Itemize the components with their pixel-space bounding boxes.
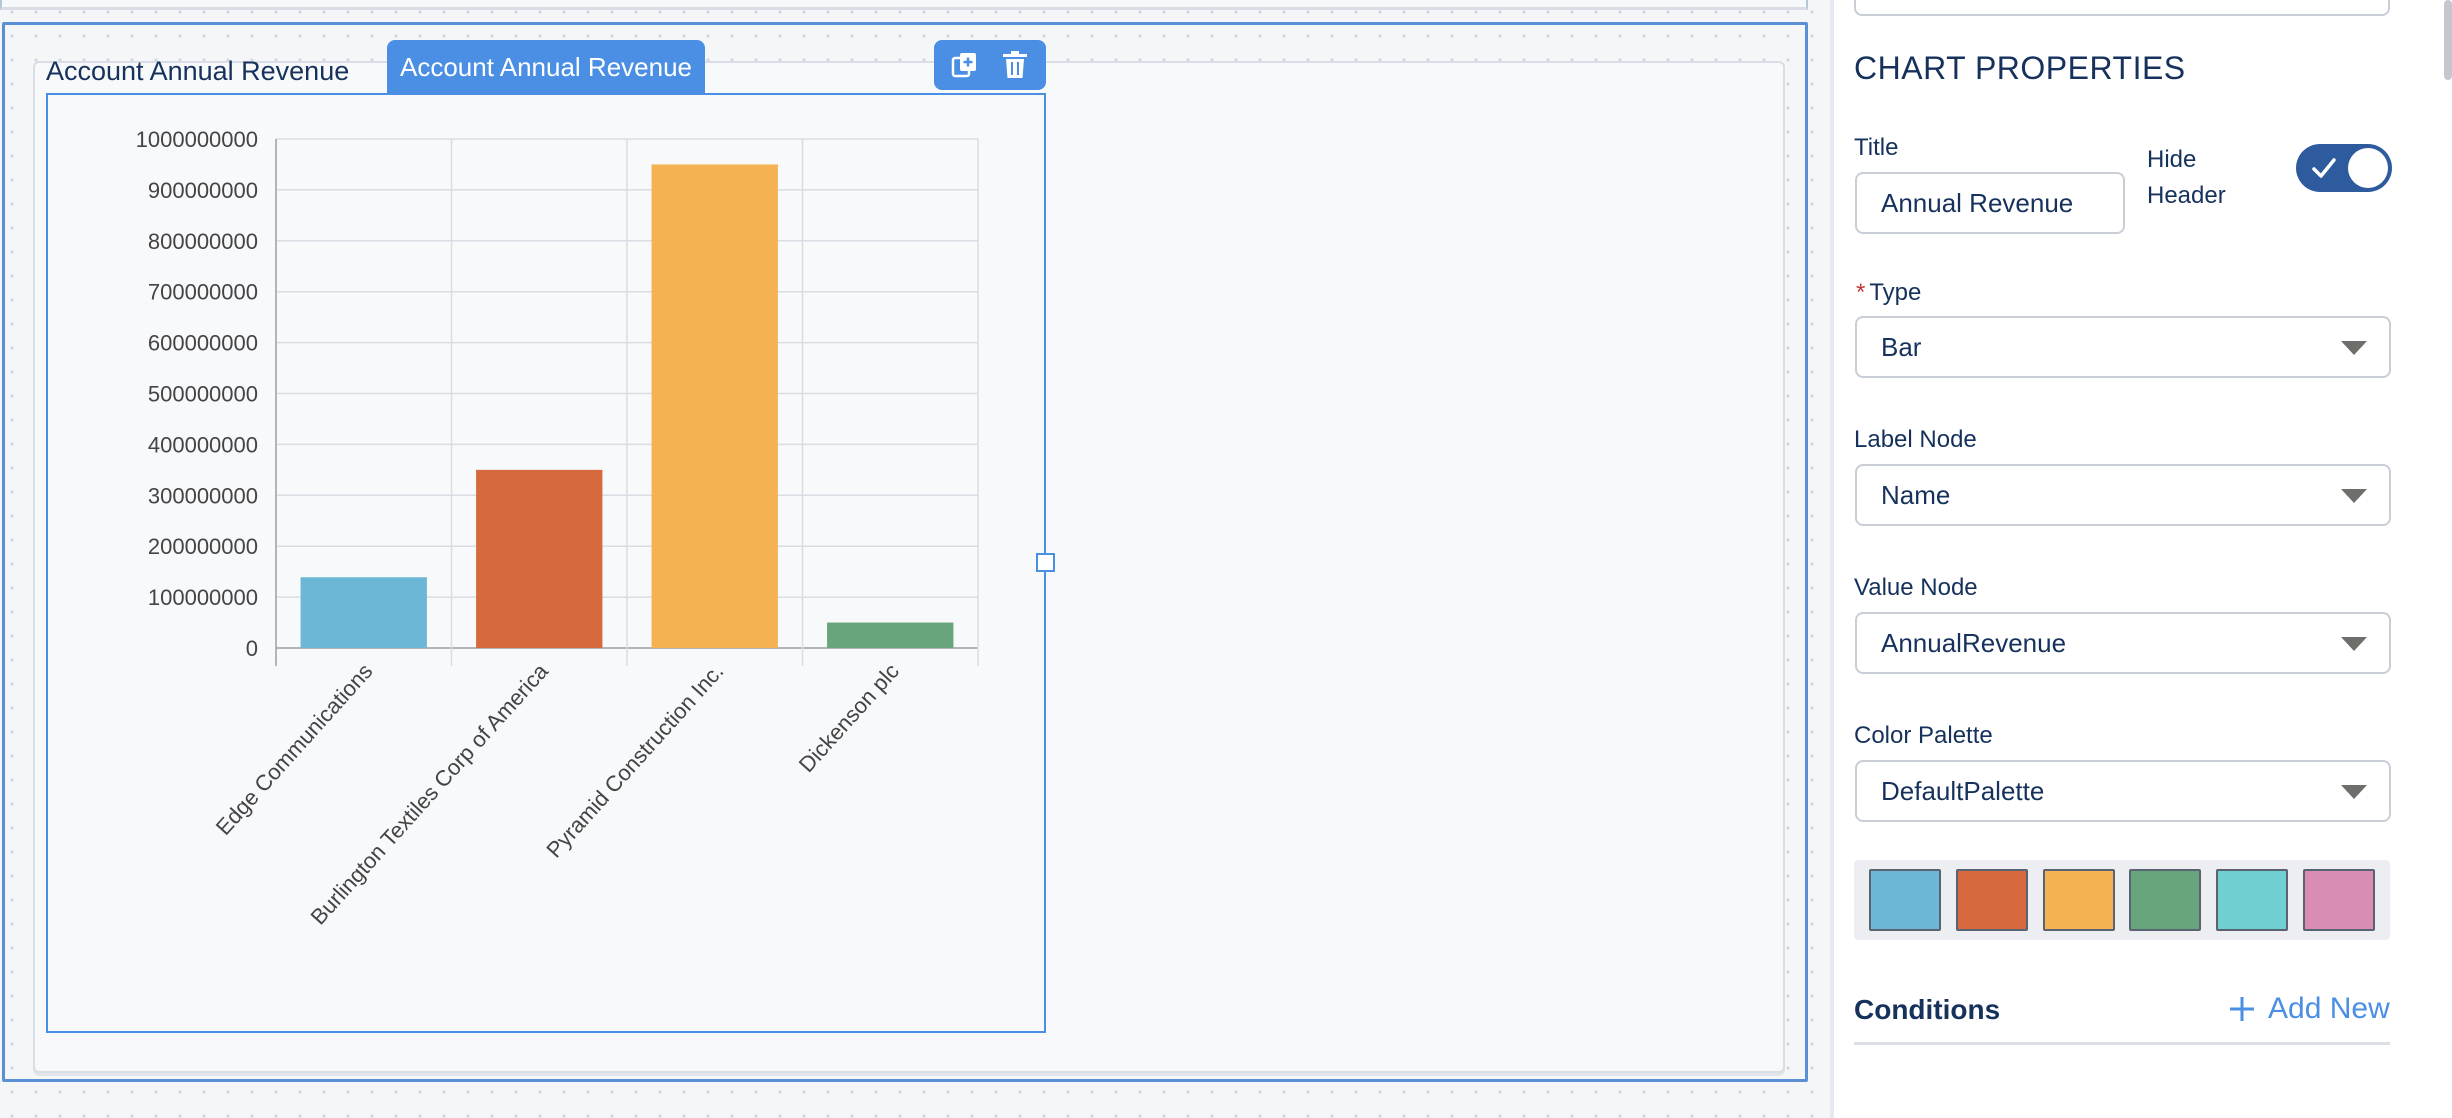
value-node-select[interactable]: AnnualRevenue (1855, 612, 2391, 674)
x-tick-label: Edge Communications (211, 659, 378, 840)
trash-icon[interactable] (997, 47, 1033, 83)
palette-swatch-3[interactable] (2042, 869, 2115, 931)
previous-field-edge (1854, 0, 2390, 16)
chevron-down-icon (2341, 785, 2367, 799)
type-label: * Type (1856, 279, 1921, 307)
chart-widget[interactable]: 0 100000000 200000000 300000000 400000000 500… (46, 93, 1046, 1033)
chevron-down-icon (2341, 637, 2367, 651)
x-tick-label: Pyramid Construction Inc. (541, 659, 728, 863)
widget-selected-tab[interactable]: Account Annual Revenue (387, 40, 705, 94)
conditions-divider (1854, 1042, 2390, 1045)
widget-actions (934, 40, 1046, 90)
type-select[interactable]: Bar (1855, 316, 2391, 378)
y-tick-label: 100000000 (148, 585, 258, 610)
y-tick-label: 700000000 (148, 280, 258, 305)
bar-1 (300, 577, 427, 648)
color-palette-label: Color Palette (1854, 722, 1993, 749)
y-tick-label: 900000000 (148, 178, 258, 203)
y-tick-label: 200000000 (148, 534, 258, 559)
title-input-value: Annual Revenue (1881, 187, 2074, 218)
type-label-text: Type (1869, 279, 1922, 306)
palette-swatch-1[interactable] (1868, 869, 1941, 931)
y-tick-label: 400000000 (148, 432, 258, 457)
palette-swatches (1854, 860, 2390, 940)
color-palette-select-value: DefaultPalette (1881, 775, 2045, 806)
y-tick-label: 600000000 (148, 331, 258, 356)
previous-component-edge (0, 0, 1808, 10)
title-input[interactable]: Annual Revenue (1855, 172, 2125, 234)
label-node-select-value: Name (1881, 479, 1951, 510)
chevron-down-icon (2341, 489, 2367, 503)
hide-header-label-line2: Header (2147, 182, 2226, 209)
y-tick-label: 500000000 (148, 382, 258, 407)
title-label: Title (1854, 134, 1899, 161)
toggle-knob (2348, 148, 2388, 188)
duplicate-icon[interactable] (947, 47, 983, 83)
panel-scrollbar[interactable] (2444, 0, 2452, 80)
chart-properties-heading: CHART PROPERTIES (1854, 50, 2186, 86)
hide-header-label-line1: Hide (2147, 146, 2197, 173)
palette-swatch-4[interactable] (2129, 869, 2202, 931)
y-tick-label: 1000000000 (136, 127, 258, 152)
bar-chart: 0 100000000 200000000 300000000 400000000 500… (136, 127, 979, 929)
required-marker: * (1856, 279, 1866, 306)
resize-handle[interactable] (1036, 553, 1055, 572)
chevron-down-icon (2341, 341, 2367, 355)
add-new-condition-button[interactable]: Add New (2228, 992, 2390, 1026)
bar-4 (827, 622, 954, 648)
color-palette-select[interactable]: DefaultPalette (1855, 760, 2391, 822)
y-tick-label: 800000000 (148, 229, 258, 254)
x-tick-label: Dickenson plc (794, 659, 904, 778)
plus-icon (2230, 997, 2254, 1021)
y-tick-label: 0 (246, 636, 258, 661)
bar-2 (476, 469, 603, 648)
palette-swatch-5[interactable] (2216, 869, 2289, 931)
value-node-label: Value Node (1854, 574, 1978, 601)
conditions-heading: Conditions (1854, 994, 2001, 1025)
y-tick-label: 300000000 (148, 483, 258, 508)
label-node-select[interactable]: Name (1855, 464, 2391, 526)
hide-header-toggle[interactable] (2296, 144, 2392, 192)
value-node-select-value: AnnualRevenue (1881, 627, 2067, 658)
label-node-label: Label Node (1854, 426, 1977, 453)
palette-swatch-6[interactable] (2303, 869, 2376, 931)
widget-title: Account Annual Revenue (46, 56, 350, 86)
type-select-value: Bar (1881, 331, 1922, 362)
bar-3 (651, 164, 778, 648)
check-icon (2312, 158, 2336, 178)
add-new-label: Add New (2268, 992, 2390, 1025)
palette-swatch-2[interactable] (1955, 869, 2028, 931)
